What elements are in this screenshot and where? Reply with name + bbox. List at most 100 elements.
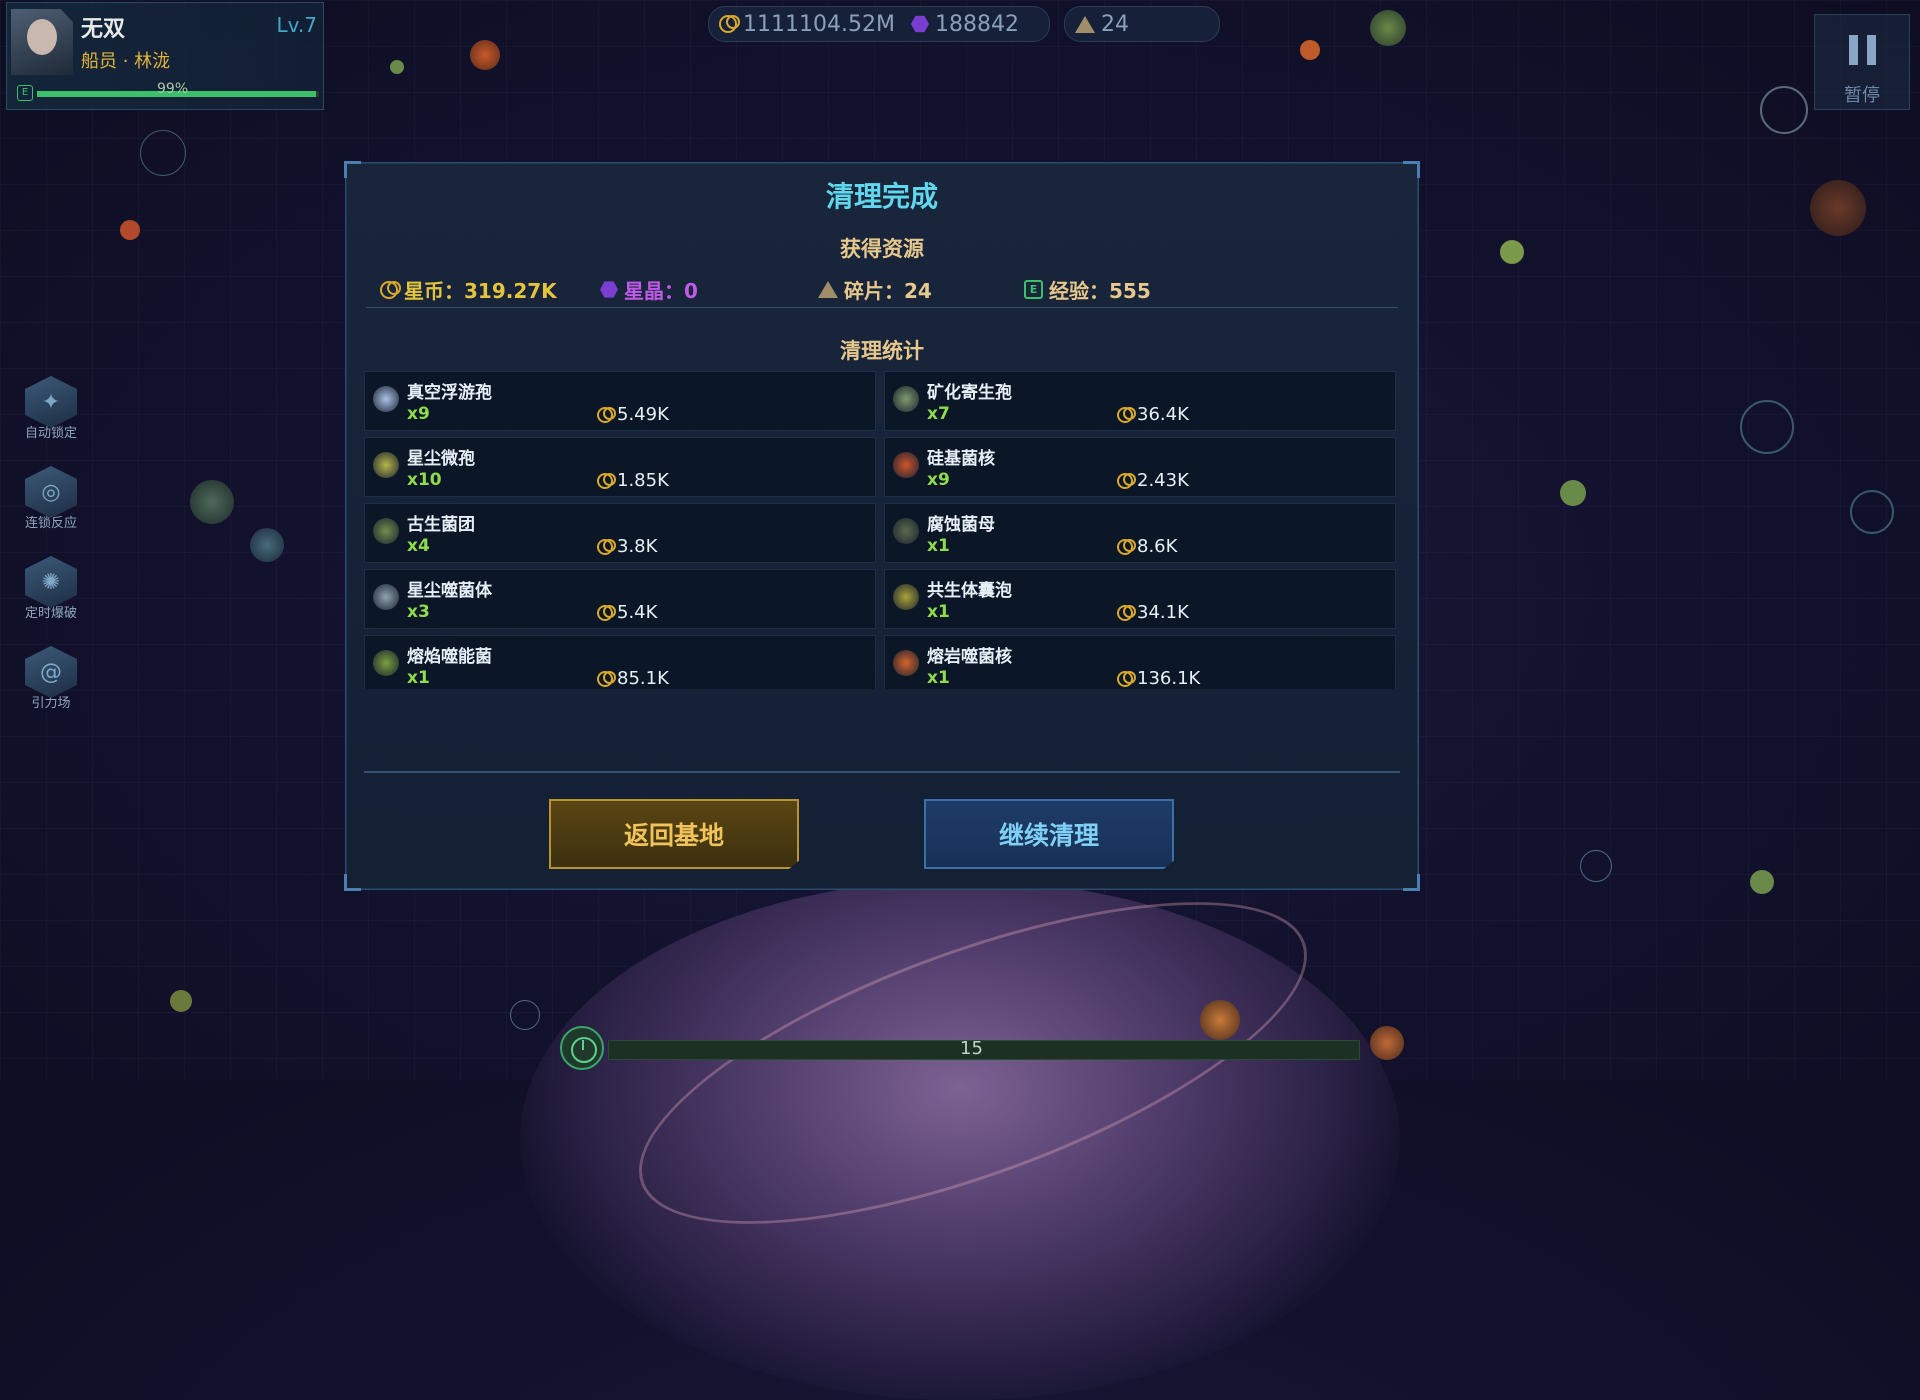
coin-icon [1117,406,1136,423]
stat-value: 85.1K [597,668,669,689]
stat-value: 5.49K [597,404,669,425]
stat-value-text: 85.1K [617,668,669,689]
clock-icon [560,1026,604,1070]
spore-icon [373,518,399,544]
spore-icon [893,452,919,478]
spore [120,220,140,240]
auto-lock-icon: ✦ [25,376,77,428]
corner-decoration [1403,874,1420,891]
spore-icon [373,452,399,478]
stats-cell: 矿化寄生孢 x7 36.4K [884,371,1396,431]
stat-count: x1 [407,668,430,688]
stat-count: x3 [407,602,430,622]
coin-icon [597,670,616,687]
coin-icon [597,538,616,555]
stat-value-text: 34.1K [1137,602,1189,623]
stats-cell: 熔岩噬菌核 x1 136.1K [884,635,1396,689]
stat-value-text: 8.6K [1137,536,1178,557]
pause-button[interactable]: 暂停 [1814,14,1910,110]
stat-value-text: 1.85K [617,470,669,491]
stat-value: 34.1K [1117,602,1189,623]
results-dialog: 清理完成 获得资源 星币：319.27K 星晶：0 碎片：24 E 经验：555… [344,161,1420,891]
spore [1300,40,1320,60]
stat-value-text: 36.4K [1137,404,1189,425]
spore [140,130,186,176]
spore [250,528,284,562]
stat-name: 熔焰噬能菌 [407,647,492,667]
timer-text: 15 [960,1038,983,1059]
spore [1370,10,1406,46]
spore [1810,180,1866,236]
stat-value: 8.6K [1117,536,1177,557]
continue-clear-button[interactable]: 继续清理 [924,799,1174,869]
spore-icon [893,386,919,412]
spore [1370,1026,1404,1060]
stat-count: x1 [927,668,950,688]
player-panel: 无双 Lv.7 船员 · 林泷 E 99% [6,2,324,110]
stat-value: 2.43K [1117,470,1189,491]
stats-cell: 共生体囊泡 x1 34.1K [884,569,1396,629]
stats-cell: 星尘微孢 x10 1.85K [364,437,876,497]
stats-cell: 星尘噬菌体 x3 5.4K [364,569,876,629]
coin-icon [597,604,616,621]
stat-count: x9 [407,404,430,424]
top-resource-bar: 1111104.52M 188842 [708,6,1050,42]
exp-icon: E [1024,280,1043,299]
crystal-icon [910,15,929,33]
divider [364,771,1400,773]
spore [1500,240,1524,264]
reward-fragments-text: 碎片：24 [844,279,932,303]
spore [1580,850,1612,882]
stat-count: x9 [927,470,950,490]
top-fragment-bar: 24 [1064,6,1220,42]
return-base-button[interactable]: 返回基地 [549,799,799,869]
stat-name: 真空浮游孢 [407,383,492,403]
rewards-row: 星币：319.27K 星晶：0 碎片：24 E 经验：555 [366,275,1398,308]
skill-chain-reaction[interactable]: ◎ 连锁反应 [18,466,84,540]
spore [470,40,500,70]
exp-percent: 99% [157,81,189,97]
stat-name: 共生体囊泡 [927,581,1012,601]
coin-icon [380,280,401,299]
spore [390,60,404,74]
rewards-heading: 获得资源 [840,237,924,261]
reward-fragments: 碎片：24 [818,275,932,304]
timer-bar [608,1040,1360,1060]
coin-icon [719,15,740,33]
stat-name: 星尘微孢 [407,449,475,469]
stat-value-text: 5.4K [617,602,658,623]
pause-icon-bar [1867,35,1876,65]
stat-name: 腐蚀菌母 [927,515,995,535]
stat-count: x10 [407,470,442,490]
spore [510,1000,540,1030]
pause-icon [1849,35,1858,65]
stats-cell: 硅基菌核 x9 2.43K [884,437,1396,497]
player-name: 无双 [81,17,126,42]
top-coins: 1111104.52M [743,11,895,37]
exp-icon: E [17,85,33,101]
spore-icon [893,518,919,544]
stat-count: x7 [927,404,950,424]
stats-cell: 腐蚀菌母 x1 8.6K [884,503,1396,563]
skill-gravity-field[interactable]: @ 引力场 [18,646,84,720]
fragment-icon [818,281,838,298]
coin-icon [1117,472,1136,489]
stats-grid: 真空浮游孢 x9 5.49K 矿化寄生孢 x7 36.4K 星尘微孢 x10 1.85K 硅基菌核… [364,371,1400,689]
skill-auto-lock[interactable]: ✦ 自动锁定 [18,376,84,450]
stat-count: x4 [407,536,430,556]
corner-decoration [344,874,361,891]
top-fragments: 24 [1101,11,1129,37]
skill-timed-blast[interactable]: ✺ 定时爆破 [18,556,84,630]
reward-crystals-text: 星晶：0 [624,279,698,303]
gravity-field-icon: @ [25,646,77,698]
coin-icon [1117,604,1136,621]
fragment-icon [1075,15,1095,33]
spore-icon [893,650,919,676]
reward-crystals: 星晶：0 [600,275,698,304]
spore [1200,1000,1240,1040]
chain-reaction-icon: ◎ [25,466,77,518]
spore-icon [373,584,399,610]
spore-icon [373,650,399,676]
stats-cell: 古生菌团 x4 3.8K [364,503,876,563]
reward-exp: E 经验：555 [1024,275,1151,304]
